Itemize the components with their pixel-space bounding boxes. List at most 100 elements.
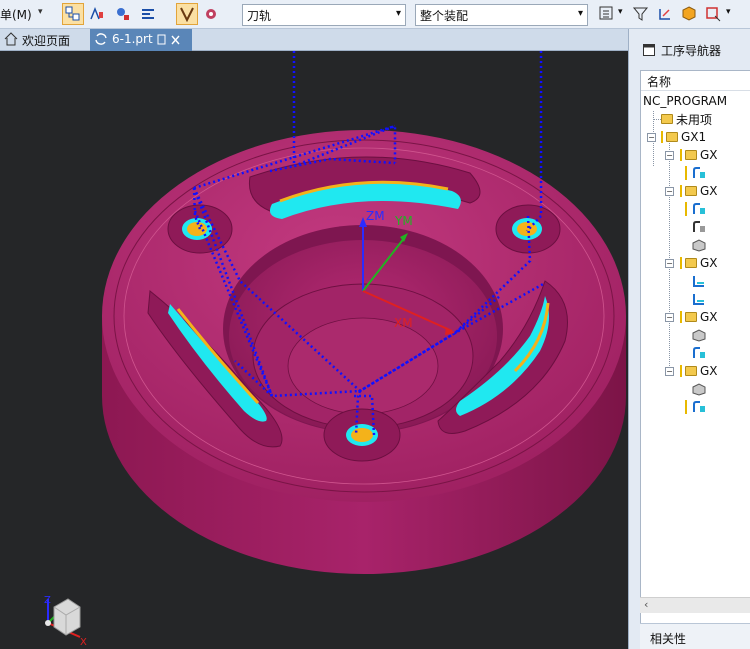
tab-part-file[interactable]: 6-1.prt — [90, 29, 192, 51]
close-icon[interactable] — [171, 34, 181, 46]
folder-icon — [685, 150, 697, 160]
chevron-down-icon: ▾ — [577, 8, 583, 19]
program-marker-icon — [680, 257, 682, 269]
gx1-label: GX1 — [681, 130, 707, 144]
operation-cavity-icon — [692, 239, 706, 252]
funnel-icon — [633, 7, 649, 21]
tree-node-op-2b[interactable] — [685, 218, 706, 236]
body-select-button[interactable] — [678, 3, 700, 25]
filter-select-value: 刀轨 — [247, 9, 272, 23]
document-tabs: 欢迎页面 6-1.prt — [0, 29, 628, 51]
program-marker-icon — [685, 202, 687, 216]
tree-node-op-3a[interactable] — [685, 272, 706, 290]
program-marker-icon — [685, 400, 687, 414]
tree-node-subgroup-3[interactable]: − GX — [665, 254, 718, 272]
tree-node-subgroup-5[interactable]: − GX — [665, 362, 718, 380]
chevron-down-icon: ▾ — [395, 8, 401, 19]
part-model-view[interactable]: ZM YM XM Z X — [0, 51, 628, 649]
collapse-icon[interactable]: − — [665, 312, 674, 322]
dependencies-label: 相关性 — [650, 632, 687, 646]
home-icon — [4, 32, 18, 46]
method-icon — [142, 9, 154, 19]
folder-icon — [685, 312, 697, 322]
tree-node-subgroup-2[interactable]: − GX — [665, 182, 718, 200]
subgroup-4-label: GX — [700, 310, 718, 324]
main-toolbar: 单(M) ▾ 刀轨 ▾ 整个装配 ▾ ▾ ▾ — [0, 0, 750, 29]
column-header-label: 名称 — [647, 74, 672, 89]
tree-node-unused[interactable]: 未用项 — [661, 110, 712, 128]
point-select-button[interactable] — [702, 3, 724, 25]
tree-node-nc-program[interactable]: NC_PROGRAM — [643, 92, 727, 110]
tree-node-subgroup-1[interactable]: − GX — [665, 146, 718, 164]
maximize-icon[interactable] — [157, 34, 167, 46]
chevron-down-icon[interactable]: ▾ — [726, 7, 731, 17]
hole-bottom — [323, 408, 401, 462]
tree-node-op-4b[interactable] — [685, 344, 706, 362]
tree-node-op-1a[interactable] — [685, 164, 706, 182]
feature-button[interactable] — [200, 3, 222, 25]
program-marker-icon — [680, 185, 682, 197]
collapse-icon[interactable]: − — [665, 258, 674, 268]
scope-select[interactable]: 整个装配 ▾ — [415, 4, 588, 26]
geometry-view-button[interactable] — [112, 3, 134, 25]
tree-node-op-5a[interactable] — [685, 380, 706, 398]
collapse-icon[interactable]: − — [665, 186, 674, 196]
tab-welcome[interactable]: 欢迎页面 — [0, 29, 88, 51]
horizontal-scrollbar[interactable]: ‹ — [640, 597, 750, 613]
cube-icon — [682, 6, 696, 21]
xm-axis-label: XM — [394, 316, 413, 330]
tree-node-op-4a[interactable] — [685, 326, 706, 344]
nc-program-label: NC_PROGRAM — [643, 94, 728, 108]
operation-mill-icon — [693, 401, 705, 412]
triad-z-label: Z — [44, 595, 51, 606]
point-icon — [706, 7, 721, 22]
column-header-name[interactable]: 名称 — [647, 72, 671, 90]
selection-filter-button[interactable] — [596, 3, 618, 25]
hole-right — [495, 204, 561, 254]
geometry-icon — [117, 8, 129, 20]
unused-label: 未用项 — [676, 112, 713, 127]
chevron-down-icon[interactable]: ▾ — [618, 7, 623, 17]
method-view-button[interactable] — [137, 3, 159, 25]
operation-navigator-panel: 工序导航器 名称 NC_PROGRAM 未用项 − GX1 − GX − GX … — [628, 29, 750, 649]
menu-button[interactable]: 单(M) — [0, 6, 32, 23]
folder-icon — [685, 366, 697, 376]
funnel-filter-button[interactable] — [630, 3, 652, 25]
subgroup-3-label: GX — [700, 256, 718, 270]
subgroup-5-label: GX — [700, 364, 718, 378]
operation-tree[interactable]: 名称 NC_PROGRAM 未用项 − GX1 − GX − GX − GX −… — [640, 70, 750, 644]
panel-window-icon — [643, 44, 655, 56]
tree-node-op-5b[interactable] — [685, 398, 706, 416]
program-order-view-button[interactable] — [62, 3, 84, 25]
folder-icon — [685, 258, 697, 268]
tree-node-op-2c[interactable] — [685, 236, 706, 254]
filter-select[interactable]: 刀轨 ▾ — [242, 4, 406, 26]
dependencies-panel-header[interactable]: 相关性 — [640, 623, 750, 649]
filter-grid-icon — [599, 6, 613, 20]
program-marker-icon — [680, 311, 682, 323]
tree-node-op-3b[interactable] — [685, 290, 706, 308]
triad-x-label: X — [80, 637, 87, 648]
collapse-icon[interactable]: − — [647, 132, 656, 142]
refresh-icon — [95, 33, 107, 45]
machine-tool-view-button[interactable] — [86, 3, 108, 25]
chevron-down-icon[interactable]: ▾ — [38, 7, 43, 17]
scope-select-value: 整个装配 — [420, 9, 469, 23]
operation-button[interactable] — [176, 3, 198, 25]
snap-point-button[interactable] — [654, 3, 676, 25]
operation-icon — [180, 7, 194, 22]
tab-part-file-label: 6-1.prt — [112, 32, 153, 46]
tree-node-gx1[interactable]: − GX1 — [647, 128, 706, 146]
ym-axis-label: YM — [394, 214, 413, 228]
graphics-viewport[interactable]: ZM YM XM Z X — [0, 51, 628, 649]
tree-node-subgroup-4[interactable]: − GX — [665, 308, 718, 326]
snap-icon — [659, 9, 670, 20]
folder-icon — [661, 114, 673, 124]
collapse-icon[interactable]: − — [665, 150, 674, 160]
view-orientation-triad[interactable]: Z X — [44, 595, 87, 648]
tree-node-op-2a[interactable] — [685, 200, 706, 218]
navigator-header: 工序导航器 — [629, 29, 750, 71]
chevron-left-icon[interactable]: ‹ — [644, 598, 648, 611]
collapse-icon[interactable]: − — [665, 366, 674, 376]
program-marker-icon — [661, 131, 663, 143]
